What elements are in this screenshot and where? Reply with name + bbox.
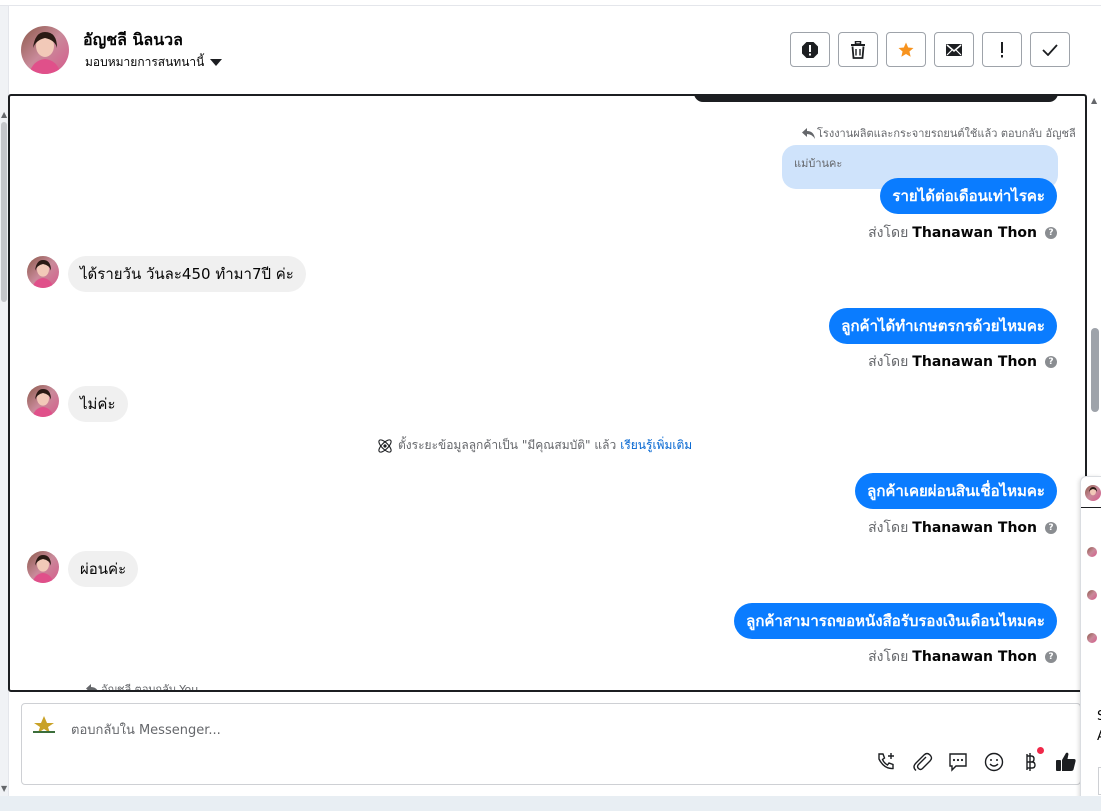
previous-message-bubble: [694, 96, 1058, 102]
sent-by-prefix: ส่งโดย: [868, 649, 909, 665]
payment-button[interactable]: [1018, 747, 1044, 774]
sent-by-line: ส่งโดย Thanawan Thon ?: [868, 222, 1057, 244]
contact-message-avatar[interactable]: [27, 551, 59, 583]
emoji-button[interactable]: [982, 750, 1006, 774]
left-scrollbar-thumb[interactable]: [1, 122, 7, 302]
side-panel-avatar[interactable]: [1085, 485, 1101, 501]
quoted-message-text: แม่บ้านคะ: [794, 157, 843, 170]
learn-more-link[interactable]: เรียนรู้เพิ่มเติม: [620, 436, 692, 455]
emoji-icon: [984, 752, 1004, 772]
help-icon[interactable]: ?: [1045, 522, 1057, 534]
thread-scrollbar-thumb[interactable]: [1091, 328, 1099, 412]
atom-icon: [378, 438, 392, 453]
sender-name: Thanawan Thon: [912, 354, 1037, 370]
mark-done-button[interactable]: [1030, 32, 1070, 67]
alert-mark-icon: ⋮: [1097, 671, 1101, 682]
delete-button[interactable]: [838, 32, 878, 67]
message-thread[interactable]: โรงงานผลิตและกระจายรถยนต์ใช้แล้ว ตอบกลับ…: [8, 94, 1087, 692]
spam-button[interactable]: [790, 32, 830, 67]
help-icon[interactable]: ?: [1045, 356, 1057, 368]
sender-name: Thanawan Thon: [912, 520, 1037, 536]
mail-icon: [946, 43, 962, 56]
notification-dot: [1037, 747, 1044, 754]
reply-indicator: อัญชลี ตอบกลับ You: [86, 680, 199, 692]
follow-up-button[interactable]: [982, 32, 1022, 67]
system-note-text: ตั้งระยะข้อมูลลูกค้าเป็น "มีคุณสมบัติ" แ…: [398, 438, 617, 452]
reply-composer[interactable]: ตอบกลับใน Messenger...: [21, 703, 1081, 785]
message-input[interactable]: ตอบกลับใน Messenger...: [71, 719, 221, 740]
reply-indicator-text: อัญชลี ตอบกลับ You: [101, 683, 199, 692]
mark-unread-button[interactable]: [934, 32, 974, 67]
reply-arrow-icon: [86, 683, 98, 690]
incoming-message[interactable]: ไม่ค่ะ: [68, 386, 128, 422]
contact-avatar[interactable]: [21, 26, 69, 74]
help-icon[interactable]: ?: [1045, 651, 1057, 663]
like-button[interactable]: [1054, 750, 1078, 774]
side-panel-item-avatar[interactable]: [1087, 547, 1097, 557]
reply-indicator: โรงงานผลิตและกระจายรถยนต์ใช้แล้ว ตอบกลับ…: [802, 124, 1076, 142]
system-note: ตั้งระยะข้อมูลลูกค้าเป็น "มีคุณสมบัติ" แ…: [376, 436, 692, 455]
outgoing-message[interactable]: ลูกค้าสามารถขอหนังสือรับรองเงินเดือนไหมค…: [734, 603, 1057, 639]
scroll-down-arrow-icon[interactable]: ▼: [1, 784, 7, 793]
assign-conversation-dropdown[interactable]: มอบหมายการสนทนานี้: [85, 53, 223, 72]
star-button[interactable]: [886, 32, 926, 67]
trash-icon: [851, 40, 865, 59]
outgoing-message[interactable]: ลูกค้าเคยผ่อนสินเชื่อไหมคะ: [855, 473, 1057, 509]
call-button[interactable]: [874, 750, 898, 774]
side-panel-divider: [1081, 507, 1101, 508]
assign-label: มอบหมายการสนทนานี้: [85, 55, 205, 69]
attach-button[interactable]: [910, 750, 934, 774]
saved-replies-button[interactable]: [946, 750, 970, 774]
check-icon: [1042, 43, 1058, 56]
exclamation-icon: [1001, 41, 1003, 57]
page-logo: [30, 714, 58, 736]
side-panel-item-avatar[interactable]: [1087, 590, 1097, 600]
attachment-icon: [913, 752, 933, 772]
sent-by-prefix: ส่งโดย: [868, 225, 909, 241]
caret-down-icon: [210, 59, 223, 66]
sent-by-prefix: ส่งโดย: [868, 354, 909, 370]
sender-name: Thanawan Thon: [912, 225, 1037, 241]
help-icon[interactable]: ?: [1045, 227, 1057, 239]
side-panel-item-avatar[interactable]: [1087, 633, 1097, 643]
composer-toolbar: [874, 747, 1078, 774]
contact-message-avatar[interactable]: [27, 256, 59, 288]
outgoing-message[interactable]: ลูกค้าได้ทำเกษตรกรด้วยไหมคะ: [829, 308, 1057, 344]
conversation-header: อัญชลี นิลนวล มอบหมายการสนทนานี้: [9, 6, 1101, 94]
sent-by-line: ส่งโดย Thanawan Thon ?: [868, 646, 1057, 668]
incoming-message[interactable]: ได้รายวัน วันละ450 ทำมา7ปี ค่ะ: [68, 256, 306, 292]
scroll-up-arrow-icon[interactable]: ▲: [1091, 96, 1097, 105]
star-icon: [898, 42, 914, 57]
sent-by-line: ส่งโดย Thanawan Thon ?: [868, 517, 1057, 539]
saved-reply-icon: [949, 753, 967, 772]
spam-alert-icon: [802, 41, 818, 58]
call-add-icon: [878, 753, 894, 770]
sent-by-prefix: ส่งโดย: [868, 520, 909, 536]
outgoing-message[interactable]: รายได้ต่อเดือนเท่าไรคะ: [880, 178, 1057, 214]
reply-arrow-icon: [802, 127, 815, 139]
incoming-message[interactable]: ผ่อนค่ะ: [68, 551, 139, 587]
header-actions: [790, 32, 1070, 67]
contact-side-panel[interactable]: ⋮ S A: [1080, 476, 1101, 806]
baht-payment-icon: [1026, 753, 1036, 771]
reply-indicator-text: โรงงานผลิตและกระจายรถยนต์ใช้แล้ว ตอบกลับ…: [817, 127, 1076, 140]
bottom-strip: [0, 796, 1101, 811]
contact-message-avatar[interactable]: [27, 385, 59, 417]
sender-name: Thanawan Thon: [912, 649, 1037, 665]
thumbs-up-icon: [1056, 752, 1076, 771]
side-panel-text: S A: [1097, 707, 1101, 747]
contact-name: อัญชลี นิลนวล: [83, 30, 183, 49]
scroll-up-arrow-icon[interactable]: ▲: [1, 110, 7, 119]
sent-by-line: ส่งโดย Thanawan Thon ?: [868, 351, 1057, 373]
